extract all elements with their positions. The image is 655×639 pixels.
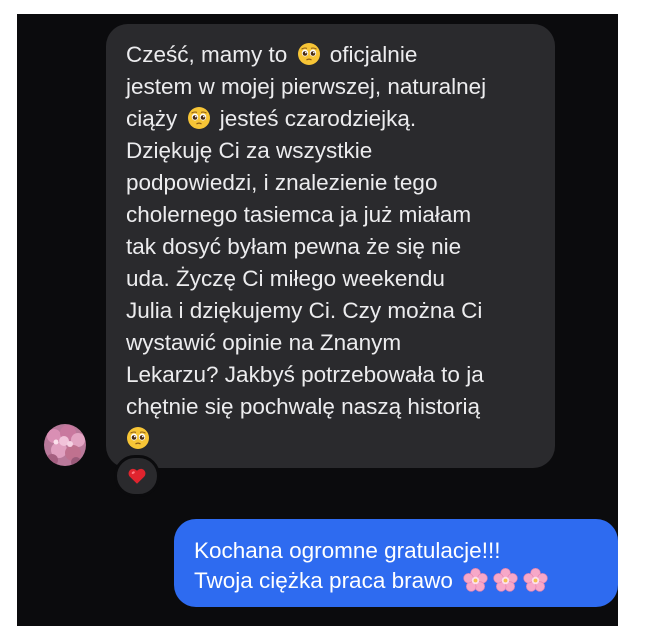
cherry-blossom-icon — [492, 567, 519, 594]
cherry-blossom-icon — [462, 567, 489, 594]
message-line: Julia i dziękujemy Ci. Czy można Ci — [126, 298, 483, 323]
pleading-face-icon — [187, 106, 211, 130]
message-line: Dziękuję Ci za wszystkie — [126, 138, 373, 163]
pleading-face-icon — [126, 426, 150, 450]
outgoing-message-bubble[interactable]: Kochana ogromne gratulacje!!! Twoja cięż… — [174, 519, 618, 607]
message-line: Twoja ciężka praca brawo — [194, 566, 608, 596]
incoming-message-bubble[interactable]: Cześć, mamy to oficjalnie jestem w mojej… — [106, 24, 555, 468]
message-line: Kochana ogromne gratulacje!!! — [194, 538, 501, 563]
message-line: cholernego tasiemca ja już miałam — [126, 202, 472, 227]
pleading-face-icon — [297, 42, 321, 66]
message-line: wystawić opinie na Znanym — [126, 330, 402, 355]
message-line: chętnie się pochwalę naszą historią — [126, 394, 480, 419]
message-line: ciąży jesteś czarodziejką. — [126, 106, 417, 131]
message-line: Lekarzu? Jakbyś potrzebowała to ja — [126, 362, 484, 387]
chat-screen: Cześć, mamy to oficjalnie jestem w mojej… — [17, 14, 618, 626]
flowers-avatar-icon — [44, 424, 86, 466]
message-line — [126, 423, 547, 455]
message-line: Cześć, mamy to oficjalnie — [126, 42, 418, 67]
message-line: jestem w mojej pierwszej, naturalnej — [126, 74, 487, 99]
heart-reaction[interactable] — [114, 455, 160, 497]
red-heart-icon — [128, 468, 146, 484]
message-line: podpowiedzi, i znalezienie tego — [126, 170, 438, 195]
cherry-blossom-icon — [522, 567, 549, 594]
sender-avatar[interactable] — [44, 424, 86, 466]
message-line: tak dosyć byłam pewna że się nie — [126, 234, 462, 259]
message-line: uda. Życzę Ci miłego weekendu — [126, 266, 445, 291]
